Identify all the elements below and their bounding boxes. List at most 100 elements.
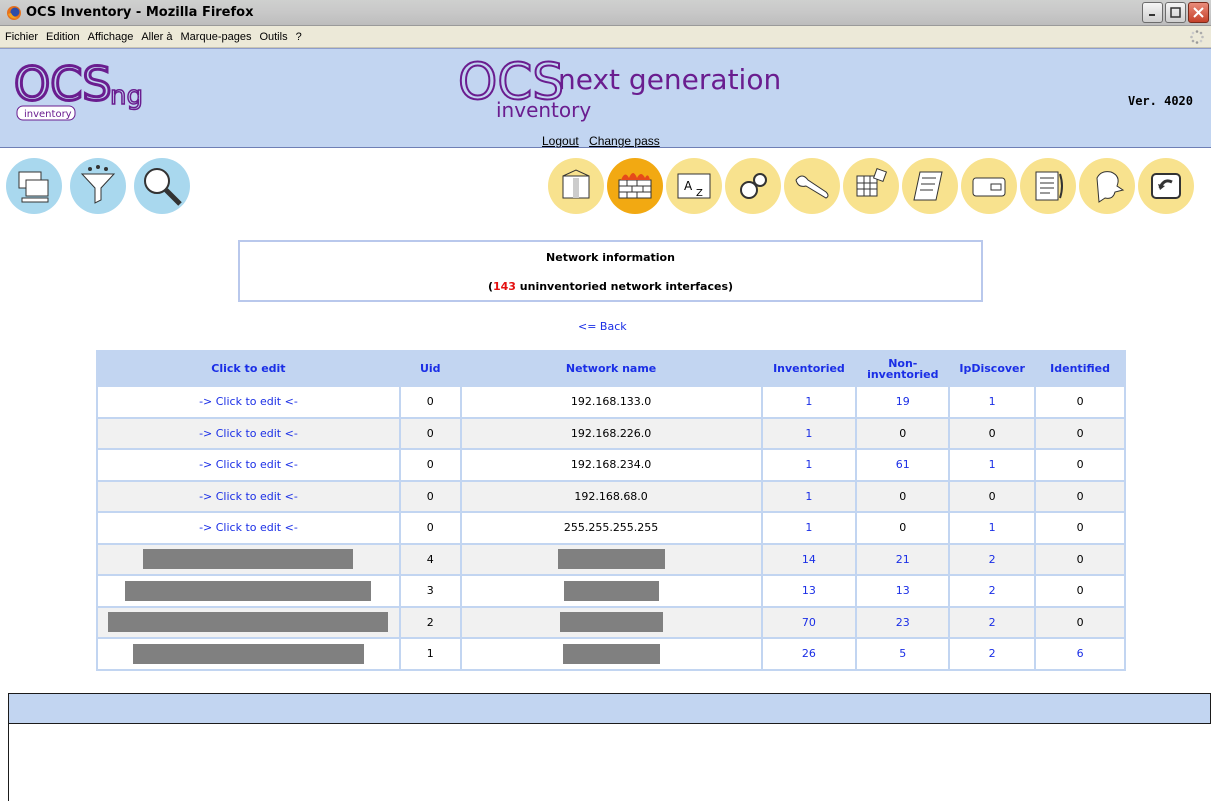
config-icon[interactable] <box>725 158 781 214</box>
non-inventoried-link[interactable]: 5 <box>855 637 951 671</box>
click-to-edit-link[interactable]: -> Click to edit <- <box>96 511 401 545</box>
redacted-bar <box>108 612 389 633</box>
back-link[interactable]: <= Back <box>578 320 627 333</box>
ocs-logo[interactable]: OCS ng inventory <box>12 52 152 124</box>
redacted-bar <box>132 643 364 664</box>
svg-text:OCS: OCS <box>14 57 112 111</box>
dictionary-icon[interactable]: AZ <box>666 158 722 214</box>
network-name-cell: 192.168.68.0 <box>459 479 763 513</box>
identified-cell: 0 <box>1034 385 1126 419</box>
non-inventoried-link[interactable]: 13 <box>855 574 951 608</box>
network-info-box: Network information (143 uninventoried n… <box>238 240 983 302</box>
click-to-edit-link[interactable]: -> Click to edit <- <box>96 385 401 419</box>
redacted-bar <box>125 580 372 601</box>
uid-cell: 0 <box>398 385 462 419</box>
computers-icon[interactable] <box>6 158 62 214</box>
inventoried-link[interactable]: 1 <box>760 416 858 450</box>
menu-marque-pages[interactable]: Marque-pages <box>181 31 252 43</box>
minimize-button[interactable] <box>1142 2 1163 23</box>
ipdiscover-link[interactable]: 2 <box>948 542 1037 576</box>
redacted-cell <box>459 605 763 639</box>
click-to-edit-link[interactable]: -> Click to edit <- <box>96 448 401 482</box>
col-ipdiscover[interactable]: IpDiscover <box>948 350 1037 387</box>
inventoried-link[interactable]: 26 <box>760 637 858 671</box>
non-inventoried-cell: 0 <box>855 479 951 513</box>
menu-aller[interactable]: Aller à <box>141 31 172 43</box>
footer-bar <box>8 693 1211 724</box>
redacted-cell <box>96 605 401 639</box>
search-icon[interactable] <box>134 158 190 214</box>
identified-cell: 0 <box>1034 479 1126 513</box>
inventoried-link[interactable]: 1 <box>760 479 858 513</box>
change-pass-link[interactable]: Change pass <box>589 134 660 148</box>
ocs-header: OCS ng inventory OCS next generation inv… <box>0 48 1211 148</box>
inventoried-link[interactable]: 14 <box>760 542 858 576</box>
col-network-name[interactable]: Network name <box>459 350 763 387</box>
inventoried-link[interactable]: 1 <box>760 448 858 482</box>
help-icon[interactable] <box>1079 158 1135 214</box>
click-to-edit-link[interactable]: -> Click to edit <- <box>96 479 401 513</box>
menu-help[interactable]: ? <box>296 31 302 43</box>
network-table: Click to edit Uid Network name Inventori… <box>96 350 1126 671</box>
redacted-cell <box>459 637 763 671</box>
identified-link[interactable]: 6 <box>1034 637 1126 671</box>
svg-text:A: A <box>684 179 693 193</box>
menu-edition[interactable]: Edition <box>46 31 80 43</box>
ipdiscover-link[interactable]: 1 <box>948 511 1037 545</box>
uninventoried-count: 143 <box>492 280 516 293</box>
deploy-icon[interactable] <box>961 158 1017 214</box>
logs-icon[interactable] <box>1020 158 1076 214</box>
uid-cell: 2 <box>398 605 462 639</box>
inventoried-link[interactable]: 1 <box>760 511 858 545</box>
identified-cell: 0 <box>1034 448 1126 482</box>
network-name-cell: 255.255.255.255 <box>459 511 763 545</box>
col-non-inventoried[interactable]: Non-inventoried <box>855 350 951 387</box>
close-button[interactable] <box>1188 2 1209 23</box>
menu-affichage[interactable]: Affichage <box>88 31 134 43</box>
ipdiscover-link[interactable]: 1 <box>948 385 1037 419</box>
identified-cell: 0 <box>1034 416 1126 450</box>
redacted-cell <box>96 574 401 608</box>
non-inventoried-link[interactable]: 61 <box>855 448 951 482</box>
network-firewall-icon[interactable] <box>607 158 663 214</box>
table-header-row: Click to edit Uid Network name Inventori… <box>96 350 1126 387</box>
ipdiscover-link[interactable]: 2 <box>948 637 1037 671</box>
ipdiscover-link[interactable]: 2 <box>948 605 1037 639</box>
svg-text:inventory: inventory <box>24 109 72 120</box>
info-title: Network information <box>546 251 675 264</box>
inventoried-link[interactable]: 70 <box>760 605 858 639</box>
inventoried-link[interactable]: 13 <box>760 574 858 608</box>
maximize-button[interactable] <box>1165 2 1186 23</box>
inventoried-link[interactable]: 1 <box>760 385 858 419</box>
non-inventoried-link[interactable]: 23 <box>855 605 951 639</box>
col-click-to-edit[interactable]: Click to edit <box>96 350 401 387</box>
table-row: -> Click to edit <- 0 192.168.133.0 1 19… <box>96 385 1126 419</box>
ipdiscover-link[interactable]: 2 <box>948 574 1037 608</box>
uid-cell: 0 <box>398 448 462 482</box>
table-row: -> Click to edit <- 0 255.255.255.255 1 … <box>96 511 1126 545</box>
ipdiscover-cell: 0 <box>948 416 1037 450</box>
registry-icon[interactable] <box>843 158 899 214</box>
col-uid[interactable]: Uid <box>398 350 462 387</box>
tools-icon[interactable] <box>784 158 840 214</box>
identified-cell: 0 <box>1034 605 1126 639</box>
packages-icon[interactable] <box>548 158 604 214</box>
non-inventoried-link[interactable]: 19 <box>855 385 951 419</box>
firefox-icon <box>7 5 21 20</box>
ipdiscover-link[interactable]: 1 <box>948 448 1037 482</box>
icon-toolbar: AZ <box>0 150 1211 220</box>
logout-link[interactable]: Logout <box>542 134 579 148</box>
table-row: -> Click to edit <- 0 192.168.234.0 1 61… <box>96 448 1126 482</box>
non-inventoried-link[interactable]: 21 <box>855 542 951 576</box>
click-to-edit-link[interactable]: -> Click to edit <- <box>96 416 401 450</box>
col-identified[interactable]: Identified <box>1034 350 1126 387</box>
back-icon[interactable] <box>1138 158 1194 214</box>
uid-cell: 0 <box>398 511 462 545</box>
menu-fichier[interactable]: Fichier <box>5 31 38 43</box>
files-icon[interactable] <box>902 158 958 214</box>
table-row: -> Click to edit <- 0 192.168.68.0 1 0 0… <box>96 479 1126 513</box>
menu-outils[interactable]: Outils <box>259 31 287 43</box>
minimize-icon <box>1149 14 1155 16</box>
filter-icon[interactable] <box>70 158 126 214</box>
col-inventoried[interactable]: Inventoried <box>760 350 858 387</box>
